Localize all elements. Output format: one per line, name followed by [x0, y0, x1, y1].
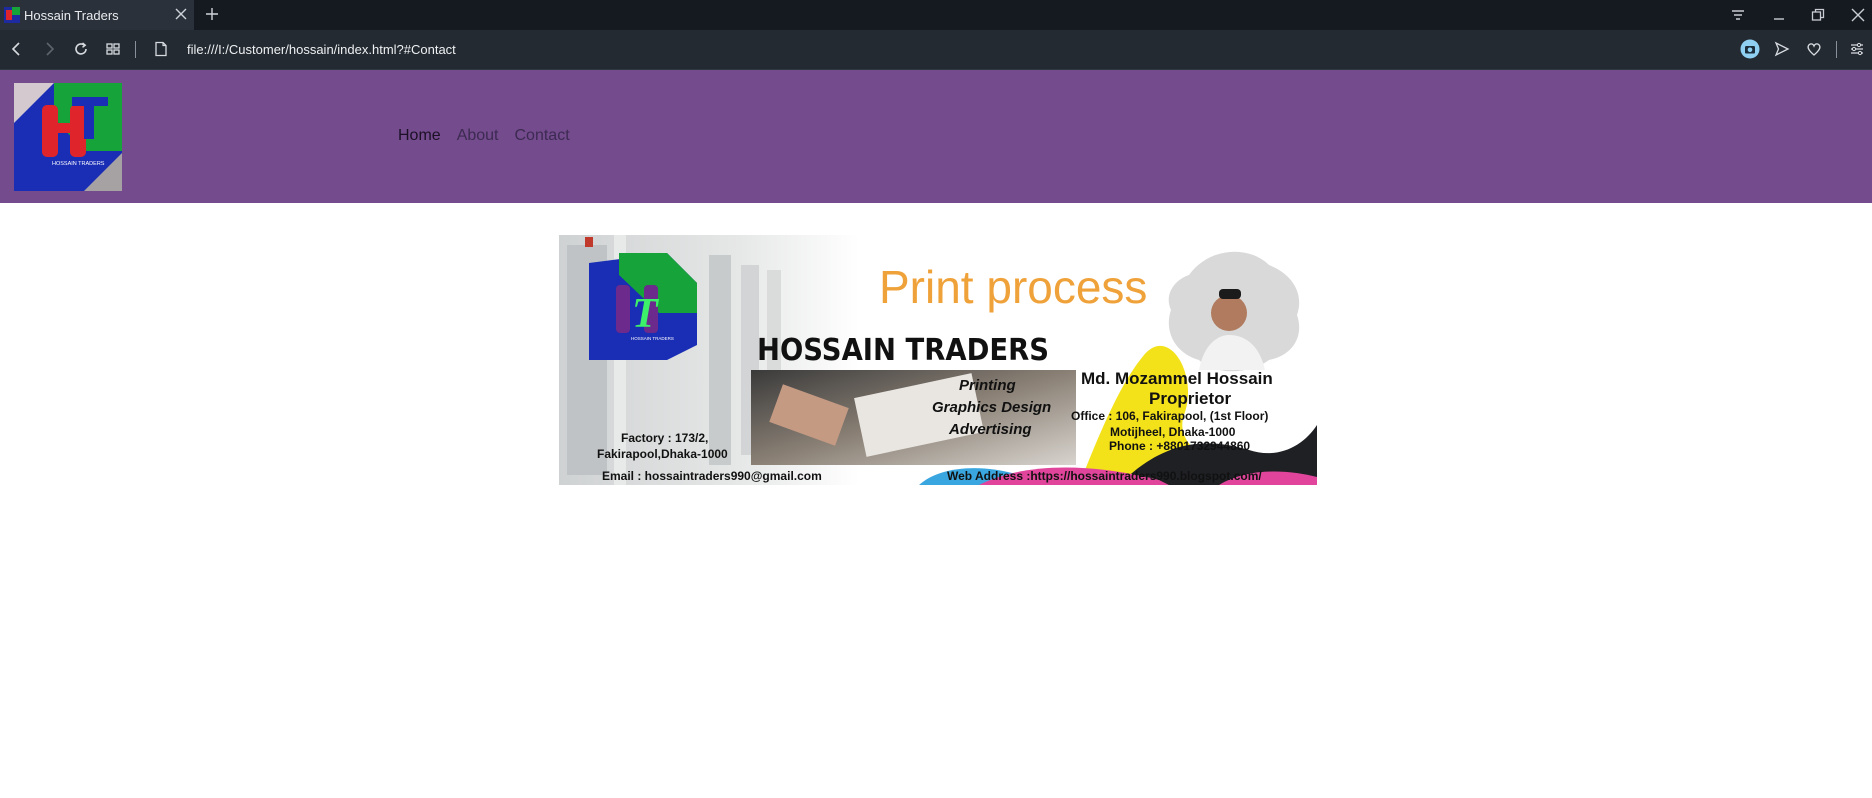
close-tab-icon[interactable]	[174, 7, 188, 21]
favicon-icon	[4, 7, 20, 23]
address-bar[interactable]: file:///I:/Customer/hossain/index.html?#…	[187, 42, 456, 57]
forward-icon[interactable]	[40, 40, 58, 58]
tab-bar: Hossain Traders	[0, 0, 1872, 30]
banner-logo-caption: HOSSAIN TRADERS	[631, 336, 674, 341]
nav-home[interactable]: Home	[398, 127, 441, 145]
heart-icon[interactable]	[1805, 40, 1823, 58]
proprietor-name: Md. Mozammel Hossain	[1081, 369, 1273, 388]
send-icon[interactable]	[1773, 40, 1791, 58]
banner-service-graphics: Graphics Design	[932, 399, 1051, 416]
business-card-banner: T HOSSAIN TRADERS Print process HOSSAIN …	[559, 235, 1317, 485]
banner-headline: Print process	[879, 261, 1147, 313]
toolbar-divider	[1836, 41, 1837, 58]
easy-setup-icon[interactable]	[1848, 40, 1866, 58]
restore-icon[interactable]	[1809, 6, 1827, 24]
page-info-icon[interactable]	[152, 40, 170, 58]
office-address-1: Office : 106, Fakirapool, (1st Floor)	[1071, 409, 1268, 423]
phone-number: Phone : +8801732944860	[1109, 439, 1250, 453]
tab-title: Hossain Traders	[24, 8, 119, 23]
nav-contact[interactable]: Contact	[515, 127, 570, 145]
back-icon[interactable]	[8, 40, 26, 58]
site-logo[interactable]: HOSSAIN TRADERS	[14, 83, 122, 191]
banner-company-name: HOSSAIN TRADERS	[757, 333, 1049, 368]
logo-mark: HOSSAIN TRADERS	[14, 83, 122, 191]
tab-menu-icon[interactable]	[1729, 6, 1747, 24]
site-header: HOSSAIN TRADERS Home About Contact	[0, 70, 1872, 203]
speed-dial-icon[interactable]	[104, 40, 122, 58]
banner-web-address: Web Address :https://hossaintraders990.b…	[947, 469, 1262, 483]
toolbar-divider	[135, 41, 136, 58]
new-tab-icon[interactable]	[204, 6, 220, 22]
nav-about[interactable]: About	[457, 127, 499, 145]
proprietor-title: Proprietor	[1149, 389, 1232, 408]
banner-logo-letter: T	[632, 291, 660, 337]
main-nav: Home About Contact	[398, 127, 570, 145]
browser-tab[interactable]: Hossain Traders	[0, 0, 194, 30]
office-address-2: Motijheel, Dhaka-1000	[1110, 425, 1236, 439]
browser-toolbar: file:///I:/Customer/hossain/index.html?#…	[0, 30, 1872, 70]
factory-address-1: Factory : 173/2,	[621, 431, 708, 445]
window-close-icon[interactable]	[1849, 6, 1867, 24]
banner-email: Email : hossaintraders990@gmail.com	[602, 469, 822, 483]
banner-service-printing: Printing	[959, 377, 1016, 394]
factory-address-2: Fakirapool,Dhaka-1000	[597, 447, 728, 461]
reload-icon[interactable]	[72, 40, 90, 58]
snapshot-icon[interactable]	[1740, 39, 1760, 59]
minimize-icon[interactable]	[1770, 6, 1788, 24]
logo-caption: HOSSAIN TRADERS	[52, 161, 105, 167]
banner-service-advertising: Advertising	[948, 421, 1032, 438]
banner-graphic: T HOSSAIN TRADERS Print process HOSSAIN …	[559, 235, 1317, 485]
